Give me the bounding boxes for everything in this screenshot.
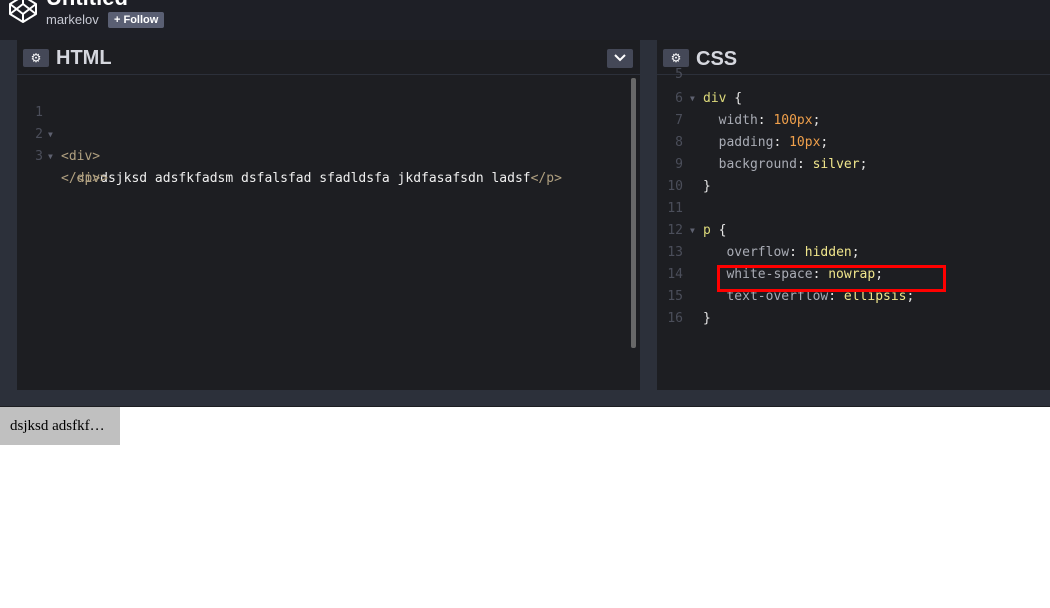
line-number: 13 [667, 245, 683, 260]
editors-area: ⚙ HTML 1 ▼ <div> 2 ▼ <p>dsjksd adsfkfads… [0, 40, 1050, 390]
code-token: padding [718, 135, 774, 150]
resize-divider[interactable] [0, 390, 1050, 407]
code-line: 5 [657, 67, 1050, 88]
code-line: 2 ▼ <p>dsjksd adsfkfadsm dsfalsfad sfadl… [17, 102, 640, 186]
code-text: p { [703, 220, 726, 242]
line-number: 5 [675, 67, 683, 82]
code-token: 100px [773, 113, 813, 128]
code-line: 11 [657, 198, 1050, 220]
code-token: ; [851, 245, 860, 260]
html-code-area[interactable]: 1 ▼ <div> 2 ▼ <p>dsjksd adsfkfadsm dsfal… [17, 80, 640, 186]
codepen-logo-icon[interactable] [8, 0, 38, 24]
code-token: ; [812, 113, 821, 128]
pen-title[interactable]: Untitled [46, 0, 128, 9]
follow-button[interactable]: + Follow [108, 12, 165, 28]
code-line: 3 </div> [17, 124, 640, 186]
code-token: hidden [804, 245, 852, 260]
author-link[interactable]: markelov [46, 12, 99, 28]
html-editor-title: HTML [56, 47, 112, 69]
preview-paragraph: dsjksd adsfkfadsm dsfalsfad sfadldsfa jk… [10, 418, 110, 434]
code-token: </p> [530, 171, 562, 186]
code-token: : [796, 157, 813, 172]
code-token: : [757, 113, 774, 128]
code-token: dsjksd adsfkfadsm dsfalsfad sfadldsfa jk… [100, 171, 531, 186]
line-number: 15 [667, 289, 683, 304]
code-token: : [773, 135, 790, 150]
css-editor-title: CSS [696, 48, 738, 70]
code-token: silver [812, 157, 860, 172]
code-line: 7 width: 100px; [657, 110, 1050, 132]
top-header: Untitled markelov + Follow [0, 0, 1050, 40]
gear-icon[interactable]: ⚙ [663, 49, 689, 67]
line-number: 14 [667, 267, 683, 282]
code-token: } [703, 311, 711, 326]
code-text: } [703, 308, 711, 330]
code-text: </div> [61, 168, 108, 190]
code-token: div [703, 91, 727, 106]
css-editor-header: ⚙ CSS [657, 40, 1050, 75]
code-text: div { [703, 88, 742, 110]
code-line: 16} [657, 308, 1050, 330]
code-token: overflow [726, 245, 790, 260]
code-token: ; [859, 157, 868, 172]
fold-arrow-icon[interactable]: ▼ [690, 88, 695, 110]
line-number: 16 [667, 311, 683, 326]
code-token: 10px [789, 135, 821, 150]
code-token: { [710, 223, 727, 238]
line-number: 3 [35, 149, 43, 164]
code-token: ; [820, 135, 829, 150]
code-token: p [703, 223, 711, 238]
code-line: 8 padding: 10px; [657, 132, 1050, 154]
code-line: 9 background: silver; [657, 154, 1050, 176]
line-number: 6 [675, 91, 683, 106]
code-token: </div> [61, 171, 108, 186]
line-number: 11 [667, 201, 683, 216]
code-token: } [703, 179, 711, 194]
line-number: 7 [675, 113, 683, 128]
code-line: 1 ▼ <div> [17, 80, 640, 164]
code-token: : [789, 245, 805, 260]
line-number: 8 [675, 135, 683, 150]
code-text: overflow: hidden; [703, 242, 860, 264]
line-number: 12 [667, 223, 683, 238]
preview-div: dsjksd adsfkfadsm dsfalsfad sfadldsfa jk… [0, 407, 120, 445]
html-editor-header: ⚙ HTML [17, 40, 640, 75]
line-number: 9 [675, 157, 683, 172]
code-line: 10} [657, 176, 1050, 198]
chevron-down-icon[interactable] [607, 49, 633, 68]
code-token: width [718, 113, 758, 128]
code-line: 12 ▼ p { [657, 220, 1050, 242]
gear-icon[interactable]: ⚙ [23, 49, 49, 67]
html-editor-panel: ⚙ HTML 1 ▼ <div> 2 ▼ <p>dsjksd adsfkfads… [17, 40, 640, 390]
preview-pane: dsjksd adsfkfadsm dsfalsfad sfadldsfa jk… [0, 407, 1050, 608]
code-text: } [703, 176, 711, 198]
line-number: 10 [667, 179, 683, 194]
css-editor-panel: ⚙ CSS 5 6 ▼ div {7 width: 100px; 8 padding: … [657, 40, 1050, 390]
code-token: background [718, 157, 797, 172]
code-line: 13 overflow: hidden; [657, 242, 1050, 264]
code-line: 6 ▼ div { [657, 88, 1050, 110]
code-text: background: silver; [703, 154, 868, 176]
highlight-box [717, 265, 946, 292]
code-text: padding: 10px; [703, 132, 829, 154]
code-token: { [726, 91, 743, 106]
vertical-scrollbar[interactable] [631, 78, 636, 348]
code-text: <p>dsjksd adsfkfadsm dsfalsfad sfadldsfa… [61, 168, 562, 190]
fold-arrow-icon[interactable]: ▼ [690, 220, 695, 242]
code-text: width: 100px; [703, 110, 821, 132]
